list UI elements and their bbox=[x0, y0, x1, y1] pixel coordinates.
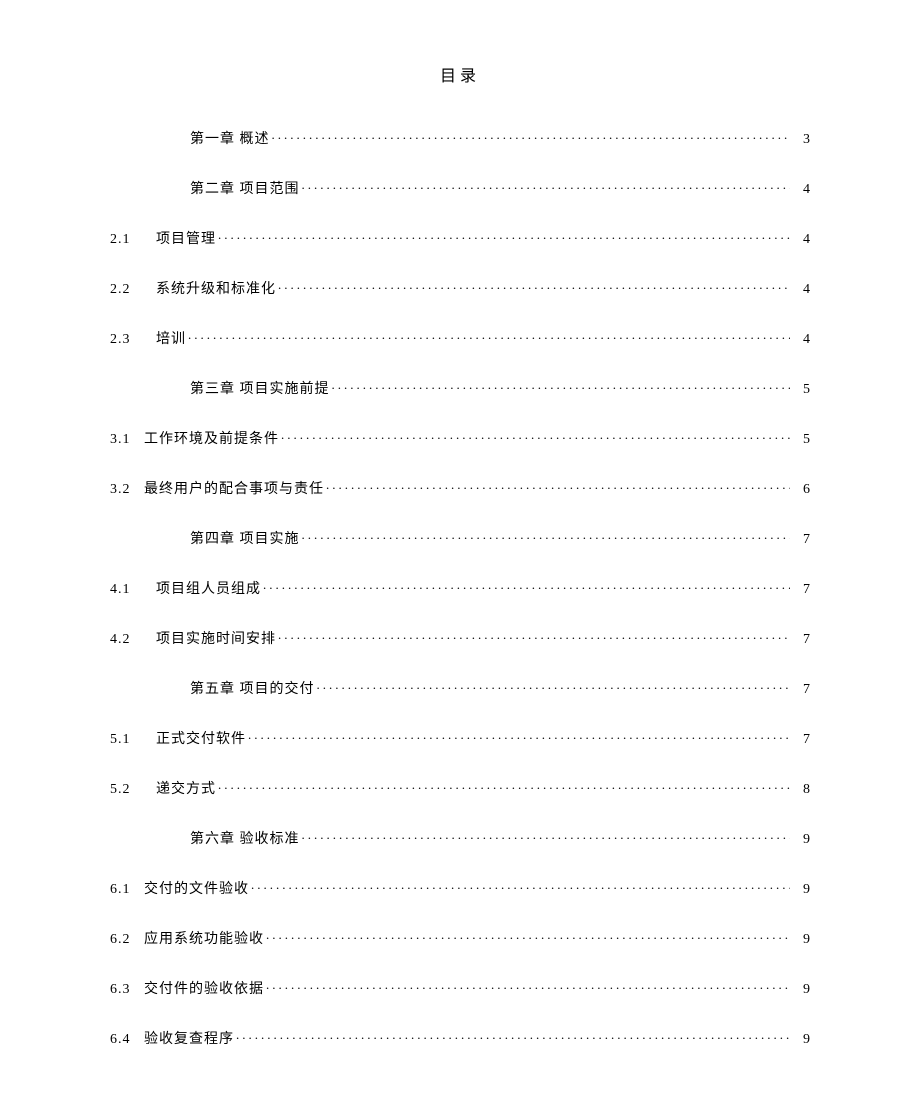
toc-leader-dots bbox=[278, 279, 790, 293]
toc-entry-number: 6.3 bbox=[110, 982, 144, 998]
toc-leader-dots bbox=[281, 429, 790, 443]
toc-leader-dots bbox=[266, 929, 790, 943]
toc-entry-label: 项目管理 bbox=[156, 228, 216, 248]
toc-entry-number: 3.1 bbox=[110, 432, 144, 448]
toc-entry-page: 3 bbox=[792, 132, 810, 148]
toc-entry-label: 第三章 项目实施前提 bbox=[190, 378, 330, 398]
toc-entry-label: 验收复查程序 bbox=[144, 1028, 234, 1048]
toc-sub-row: 5.1正式交付软件 7 bbox=[110, 728, 810, 748]
toc-leader-dots bbox=[302, 179, 791, 193]
toc-sub-row: 3.2最终用户的配合事项与责任 6 bbox=[110, 478, 810, 498]
toc-entry-label: 递交方式 bbox=[156, 778, 216, 798]
toc-entry-label: 正式交付软件 bbox=[156, 728, 246, 748]
toc-leader-dots bbox=[266, 979, 790, 993]
toc-entry-page: 9 bbox=[792, 982, 810, 998]
toc-entry-page: 9 bbox=[792, 1032, 810, 1048]
toc-entry-label: 第五章 项目的交付 bbox=[190, 678, 315, 698]
toc-chapter-row: 第二章 项目范围 4 bbox=[190, 178, 810, 198]
toc-chapter-row: 第六章 验收标准 9 bbox=[190, 828, 810, 848]
toc-entry-page: 4 bbox=[792, 282, 810, 298]
toc-entry-number: 2.1 bbox=[110, 232, 156, 248]
toc-entry-number: 5.2 bbox=[110, 782, 156, 798]
toc-entry-page: 8 bbox=[792, 782, 810, 798]
toc-sub-row: 6.3交付件的验收依据 9 bbox=[110, 978, 810, 998]
toc-leader-dots bbox=[188, 329, 790, 343]
toc-entry-label: 第六章 验收标准 bbox=[190, 828, 300, 848]
toc-sub-row: 6.2应用系统功能验收 9 bbox=[110, 928, 810, 948]
document-page: 目录 第一章 概述3第二章 项目范围42.1项目管理 42.2系统升级和标准化 … bbox=[0, 0, 920, 1108]
toc-entry-page: 4 bbox=[792, 232, 810, 248]
toc-entry-label: 项目实施时间安排 bbox=[156, 628, 276, 648]
toc-entry-number: 2.3 bbox=[110, 332, 156, 348]
toc-entry-page: 5 bbox=[792, 382, 810, 398]
toc-entry-label: 项目组人员组成 bbox=[156, 578, 261, 598]
toc-chapter-row: 第一章 概述 3 bbox=[190, 128, 810, 148]
toc-entry-page: 7 bbox=[792, 732, 810, 748]
toc-entry-label: 第一章 概述 bbox=[190, 128, 270, 148]
toc-entry-number: 4.1 bbox=[110, 582, 156, 598]
toc-sub-row: 5.2递交方式 8 bbox=[110, 778, 810, 798]
toc-entry-number: 6.4 bbox=[110, 1032, 144, 1048]
toc-sub-row: 6.4验收复查程序 9 bbox=[110, 1028, 810, 1048]
toc-entry-page: 6 bbox=[792, 482, 810, 498]
toc-chapter-row: 第五章 项目的交付 7 bbox=[190, 678, 810, 698]
toc-entry-page: 4 bbox=[792, 332, 810, 348]
toc-entry-number: 4.2 bbox=[110, 632, 156, 648]
toc-leader-dots bbox=[263, 579, 790, 593]
toc-sub-row: 2.1项目管理 4 bbox=[110, 228, 810, 248]
toc-sub-row: 4.1项目组人员组成 7 bbox=[110, 578, 810, 598]
toc-entry-label: 第四章 项目实施 bbox=[190, 528, 300, 548]
toc-leader-dots bbox=[302, 829, 791, 843]
toc-leader-dots bbox=[236, 1029, 790, 1043]
toc-entry-label: 培训 bbox=[156, 328, 186, 348]
toc-entry-page: 9 bbox=[792, 882, 810, 898]
toc-entry-page: 7 bbox=[792, 532, 810, 548]
toc-sub-row: 3.1工作环境及前提条件 5 bbox=[110, 428, 810, 448]
toc-entry-number: 3.2 bbox=[110, 482, 144, 498]
toc-leader-dots bbox=[251, 879, 790, 893]
toc-chapter-row: 第三章 项目实施前提 5 bbox=[190, 378, 810, 398]
toc-entry-number: 6.1 bbox=[110, 882, 144, 898]
toc-list: 第一章 概述3第二章 项目范围42.1项目管理 42.2系统升级和标准化 42.… bbox=[110, 128, 810, 1048]
toc-leader-dots bbox=[326, 479, 790, 493]
toc-entry-page: 5 bbox=[792, 432, 810, 448]
toc-entry-label: 交付件的验收依据 bbox=[144, 978, 264, 998]
toc-leader-dots bbox=[302, 529, 791, 543]
toc-leader-dots bbox=[248, 729, 790, 743]
toc-entry-number: 6.2 bbox=[110, 932, 144, 948]
toc-entry-page: 7 bbox=[792, 682, 810, 698]
toc-leader-dots bbox=[272, 129, 791, 143]
toc-entry-label: 第二章 项目范围 bbox=[190, 178, 300, 198]
toc-chapter-row: 第四章 项目实施 7 bbox=[190, 528, 810, 548]
toc-entry-label: 系统升级和标准化 bbox=[156, 278, 276, 298]
toc-sub-row: 2.3培训 4 bbox=[110, 328, 810, 348]
toc-entry-number: 5.1 bbox=[110, 732, 156, 748]
toc-entry-page: 7 bbox=[792, 632, 810, 648]
toc-sub-row: 4.2项目实施时间安排 7 bbox=[110, 628, 810, 648]
toc-leader-dots bbox=[218, 779, 790, 793]
toc-leader-dots bbox=[332, 379, 791, 393]
toc-leader-dots bbox=[317, 679, 791, 693]
toc-sub-row: 2.2系统升级和标准化 4 bbox=[110, 278, 810, 298]
toc-entry-page: 9 bbox=[792, 832, 810, 848]
toc-entry-number: 2.2 bbox=[110, 282, 156, 298]
toc-entry-label: 应用系统功能验收 bbox=[144, 928, 264, 948]
toc-entry-label: 最终用户的配合事项与责任 bbox=[144, 478, 324, 498]
toc-title: 目录 bbox=[110, 62, 810, 86]
toc-entry-label: 工作环境及前提条件 bbox=[144, 428, 279, 448]
toc-entry-page: 4 bbox=[792, 182, 810, 198]
toc-entry-label: 交付的文件验收 bbox=[144, 878, 249, 898]
toc-leader-dots bbox=[278, 629, 790, 643]
toc-entry-page: 9 bbox=[792, 932, 810, 948]
toc-leader-dots bbox=[218, 229, 790, 243]
toc-sub-row: 6.1交付的文件验收 9 bbox=[110, 878, 810, 898]
toc-entry-page: 7 bbox=[792, 582, 810, 598]
